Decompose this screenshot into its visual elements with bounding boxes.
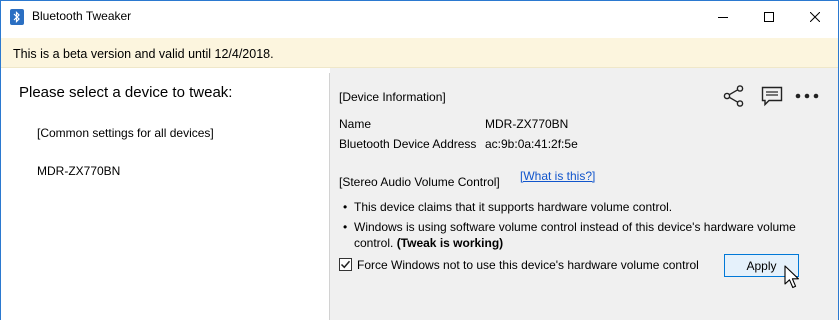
name-value: MDR-ZX770BN: [485, 117, 569, 131]
more-options-icon[interactable]: [793, 85, 821, 107]
checkmark-icon: [340, 260, 351, 269]
mouse-cursor-icon: [784, 265, 800, 296]
minimize-icon: [718, 16, 728, 18]
device-list-heading: Please select a device to tweak:: [19, 84, 233, 101]
bullet-software-control-prefix: control.: [354, 236, 397, 250]
force-software-volume-label[interactable]: Force Windows not to use this device's h…: [357, 258, 699, 272]
bullet-software-control-line2: control. (Tweak is working): [354, 235, 503, 251]
feedback-icon[interactable]: [759, 83, 785, 109]
window-title: Bluetooth Tweaker: [32, 9, 132, 23]
tweak-status-text: (Tweak is working): [396, 236, 504, 250]
close-button[interactable]: [792, 1, 838, 32]
what-is-this-link[interactable]: [What is this?]: [520, 169, 595, 183]
device-item-mdr-zx770bn[interactable]: MDR-ZX770BN: [37, 164, 120, 178]
force-software-volume-checkbox[interactable]: [339, 258, 352, 271]
volume-control-title: [Stereo Audio Volume Control]: [339, 175, 500, 189]
device-item-common-settings[interactable]: [Common settings for all devices]: [37, 126, 214, 140]
maximize-button[interactable]: [746, 1, 792, 32]
title-bar[interactable]: Bluetooth Tweaker: [1, 1, 838, 32]
bullet-hardware-support-text: This device claims that it supports hard…: [354, 200, 673, 214]
bullet-hardware-support: • This device claims that it supports ha…: [343, 200, 673, 214]
address-value: ac:9b:0a:41:2f:5e: [485, 137, 578, 151]
bullet-software-control: • Windows is using software volume contr…: [343, 220, 796, 251]
beta-banner-text: This is a beta version and valid until 1…: [13, 47, 274, 61]
beta-banner: This is a beta version and valid until 1…: [1, 38, 838, 68]
share-icon[interactable]: [721, 83, 747, 109]
bluetooth-icon: [10, 9, 24, 25]
name-label: Name: [339, 117, 372, 131]
close-icon: [810, 11, 820, 22]
maximize-icon: [764, 11, 774, 22]
address-label: Bluetooth Device Address: [339, 137, 477, 151]
minimize-button[interactable]: [700, 1, 746, 32]
bullet-software-control-line1: Windows is using software volume control…: [354, 220, 796, 234]
app-window: Bluetooth Tweaker This is a beta version…: [0, 0, 839, 320]
device-list-pane: Please select a device to tweak: [Common…: [1, 68, 330, 320]
device-details-pane: [Device Information] Name MDR-ZX770BN Bl…: [330, 68, 838, 320]
device-information-title: [Device Information]: [339, 90, 446, 104]
